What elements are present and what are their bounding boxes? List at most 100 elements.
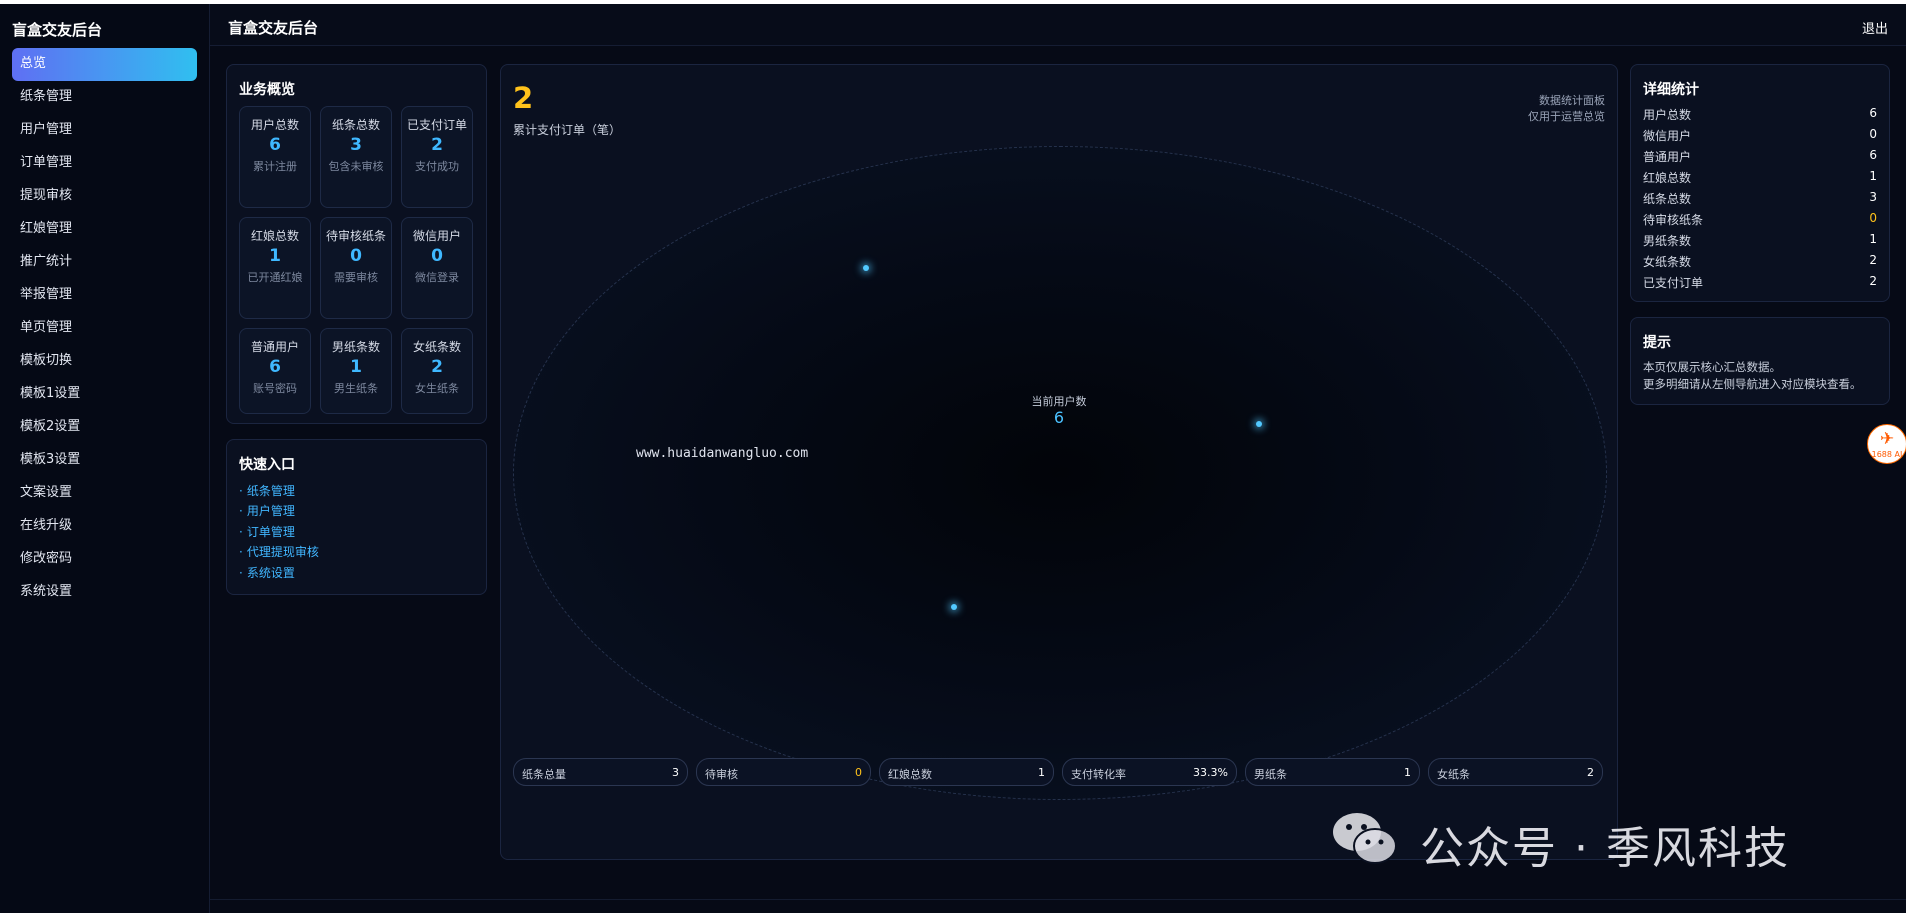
- quick-link-label: 用户管理: [246, 504, 295, 518]
- current-users-value: 6: [1053, 408, 1065, 427]
- stat-value: 2: [1869, 253, 1877, 267]
- kpi-label: 纸条总数: [331, 118, 380, 132]
- detail-stats-panel: 详细统计 用户总数 6 微信用户 0 普通用户 6 红娘总数 1 纸条总数 3 待审核纸条…: [1630, 64, 1890, 302]
- stat-label: 男纸条数: [1643, 234, 1692, 248]
- sidebar-item-template3[interactable]: 模板3设置: [12, 444, 197, 477]
- stat-row: 已支付订单 2: [1643, 274, 1877, 295]
- stat-value: 1: [1869, 169, 1877, 183]
- detail-stats-title: 详细统计: [1643, 82, 1699, 98]
- kpi-card-matchmakers: 红娘总数 1 已开通红娘: [239, 217, 311, 319]
- quick-link-label: 系统设置: [246, 566, 295, 580]
- chip-value: 33.3%: [1193, 766, 1228, 779]
- kpi-label: 已支付订单: [406, 118, 467, 132]
- chip-value: 2: [1587, 766, 1594, 779]
- orbit-dot: [951, 604, 957, 610]
- sidebar-item-copywriting[interactable]: 文案设置: [12, 477, 197, 510]
- quick-link-notes[interactable]: · 纸条管理: [239, 482, 295, 499]
- kpi-value: 2: [431, 357, 443, 377]
- sidebar-item-overview[interactable]: 总览: [12, 48, 197, 81]
- sidebar-item-template-switch[interactable]: 模板切换: [12, 345, 197, 378]
- kpi-sub: 包含未审核: [328, 160, 384, 173]
- quick-link-label: 纸条管理: [246, 484, 295, 498]
- stat-value: 0: [1869, 127, 1877, 141]
- panel-tag: 数据统计面板 仅用于运营总览: [1528, 93, 1605, 125]
- quick-entry-panel: 快速入口 · 纸条管理 · 用户管理 · 订单管理 · 代理提现审核 · 系统设置: [226, 439, 487, 595]
- bullet-icon: ·: [239, 504, 243, 518]
- stat-row: 红娘总数 1: [1643, 169, 1877, 190]
- kpi-card-users: 用户总数 6 累计注册: [239, 106, 311, 208]
- bullet-icon: ·: [239, 484, 243, 498]
- bullet-icon: ·: [239, 525, 243, 539]
- tip-panel: 提示 本页仅展示核心汇总数据。 更多明细请从左侧导航进入对应模块查看。: [1630, 317, 1890, 405]
- kpi-label: 男纸条数: [331, 340, 380, 354]
- kpi-value: 1: [350, 357, 362, 377]
- chip-matchmakers: 红娘总数 1: [879, 758, 1054, 786]
- stat-row: 女纸条数 2: [1643, 253, 1877, 274]
- chip-female-notes: 女纸条 2: [1428, 758, 1603, 786]
- chip-male-notes: 男纸条 1: [1245, 758, 1420, 786]
- sidebar-nav: 总览 纸条管理 用户管理 订单管理 提现审核 红娘管理 推广统计 举报管理 单页…: [12, 48, 197, 609]
- chip-conversion-rate: 支付转化率 33.3%: [1062, 758, 1237, 786]
- ai-badge-label: 1688 AI: [1871, 450, 1903, 459]
- kpi-label: 微信用户: [412, 229, 461, 243]
- sidebar-item-password[interactable]: 修改密码: [12, 543, 197, 576]
- sidebar-item-promotion[interactable]: 推广统计: [12, 246, 197, 279]
- sidebar-item-pages[interactable]: 单页管理: [12, 312, 197, 345]
- quick-link-users[interactable]: · 用户管理: [239, 502, 295, 519]
- kpi-label: 用户总数: [250, 118, 299, 132]
- quick-link-agent-withdrawals[interactable]: · 代理提现审核: [239, 543, 319, 560]
- kpi-card-notes: 纸条总数 3 包含未审核: [320, 106, 392, 208]
- logout-button[interactable]: 退出: [1862, 18, 1888, 37]
- site-watermark: www.huaidanwangluo.com: [636, 446, 809, 461]
- quick-link-label: 订单管理: [246, 525, 295, 539]
- sidebar: 盲盒交友后台 总览 纸条管理 用户管理 订单管理 提现审核 红娘管理 推广统计 …: [0, 4, 210, 913]
- tip-title: 提示: [1643, 335, 1671, 351]
- sidebar-item-users[interactable]: 用户管理: [12, 114, 197, 147]
- stat-label: 待审核纸条: [1643, 213, 1704, 227]
- stat-value: 6: [1869, 148, 1877, 162]
- chip-label: 红娘总数: [888, 768, 932, 781]
- stats-visual-panel: 2 累计支付订单（笔） 数据统计面板 仅用于运营总览 www.huaidanwa…: [500, 64, 1618, 860]
- sidebar-item-settings[interactable]: 系统设置: [12, 576, 197, 609]
- quick-link-orders[interactable]: · 订单管理: [239, 523, 295, 540]
- stat-label: 纸条总数: [1643, 192, 1692, 206]
- wechat-account-text: 公众号 · 季风科技: [1420, 823, 1790, 874]
- kpi-card-wechat-users: 微信用户 0 微信登录: [401, 217, 473, 319]
- sidebar-item-matchmakers[interactable]: 红娘管理: [12, 213, 197, 246]
- kpi-value: 0: [431, 246, 443, 266]
- bullet-icon: ·: [239, 545, 243, 559]
- kpi-value: 6: [269, 135, 281, 155]
- kpi-label: 红娘总数: [250, 229, 299, 243]
- kpi-card-female-notes: 女纸条数 2 女生纸条: [401, 328, 473, 414]
- sidebar-item-template1[interactable]: 模板1设置: [12, 378, 197, 411]
- kpi-card-paid-orders: 已支付订单 2 支付成功: [401, 106, 473, 208]
- kpi-sub: 男生纸条: [334, 382, 378, 395]
- overview-title: 业务概览: [239, 82, 295, 98]
- stat-label: 微信用户: [1643, 129, 1692, 143]
- sidebar-item-withdrawals[interactable]: 提现审核: [12, 180, 197, 213]
- sidebar-item-notes[interactable]: 纸条管理: [12, 81, 197, 114]
- quick-link-settings[interactable]: · 系统设置: [239, 564, 295, 581]
- stat-label: 红娘总数: [1643, 171, 1692, 185]
- 1688-ai-icon[interactable]: ✈ 1688 AI: [1867, 424, 1906, 464]
- chip-value: 3: [672, 766, 679, 779]
- panel-tag-sub: 仅用于运营总览: [1528, 110, 1605, 123]
- sidebar-item-reports[interactable]: 举报管理: [12, 279, 197, 312]
- sidebar-item-upgrade[interactable]: 在线升级: [12, 510, 197, 543]
- stat-value: 1: [1869, 232, 1877, 246]
- quick-entry-title: 快速入口: [239, 457, 295, 473]
- stat-row: 男纸条数 1: [1643, 232, 1877, 253]
- kpi-sub: 账号密码: [253, 382, 297, 395]
- tip-text: 本页仅展示核心汇总数据。 更多明细请从左侧导航进入对应模块查看。: [1643, 359, 1862, 393]
- chip-pending: 待审核 0: [696, 758, 871, 786]
- chip-label: 待审核: [705, 768, 738, 781]
- chip-value: 1: [1404, 766, 1411, 779]
- kpi-label: 普通用户: [250, 340, 299, 354]
- kpi-value: 3: [350, 135, 362, 155]
- stat-value: 6: [1869, 106, 1877, 120]
- stat-row: 用户总数 6: [1643, 106, 1877, 127]
- paid-orders-total: 2: [513, 81, 534, 115]
- sidebar-item-template2[interactable]: 模板2设置: [12, 411, 197, 444]
- sidebar-item-orders[interactable]: 订单管理: [12, 147, 197, 180]
- chip-notes-total: 纸条总量 3: [513, 758, 688, 786]
